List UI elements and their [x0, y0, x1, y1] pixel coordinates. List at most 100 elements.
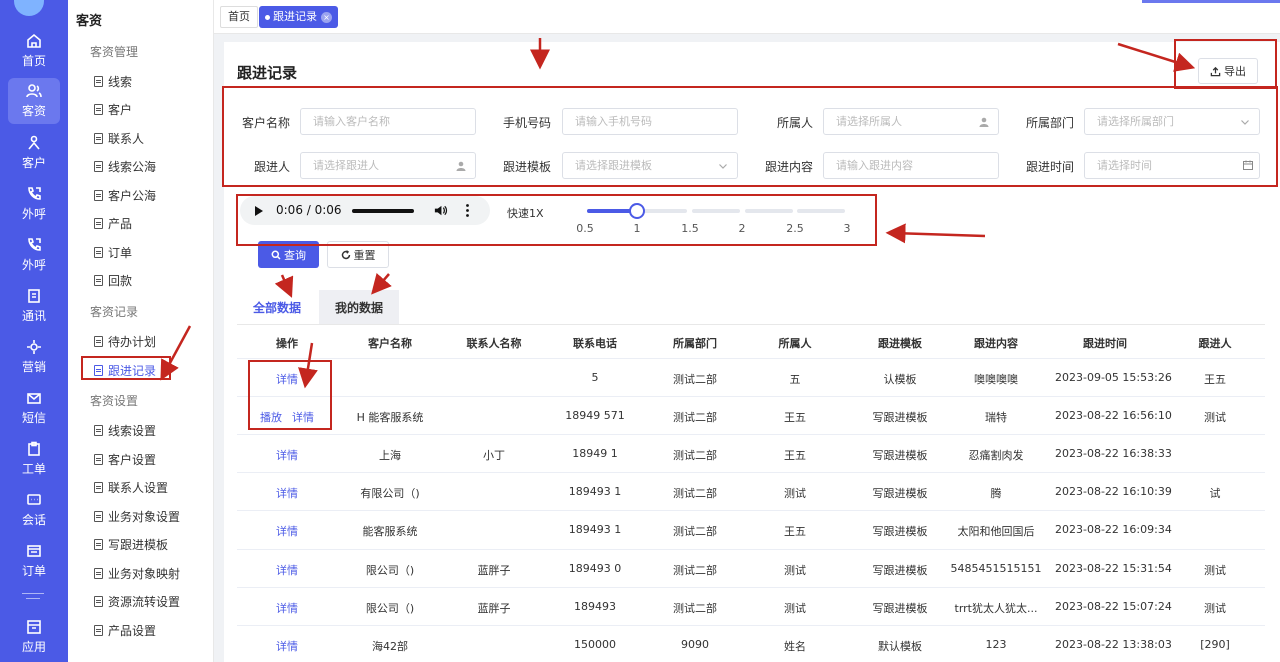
rail-label: 外呼	[21, 258, 46, 272]
row-actions: 详情	[252, 600, 322, 616]
mail-icon	[27, 393, 41, 404]
close-icon[interactable]: ×	[321, 11, 332, 23]
document-icon	[94, 190, 103, 201]
submenu-item-todo[interactable]: 待办计划	[94, 333, 156, 350]
table-cell-follower: 试	[1209, 487, 1221, 500]
column-header: 联系电话	[573, 337, 617, 350]
submenu-item-object-mapping[interactable]: 业务对象映射	[94, 565, 180, 582]
row-divider	[237, 549, 1265, 550]
table-cell-owner: 测试	[784, 487, 806, 500]
detail-link[interactable]: 详情	[276, 640, 298, 653]
table-cell-time: 2023-08-22 16:10:39	[1055, 485, 1172, 498]
submenu-item-leads[interactable]: 线索	[94, 73, 132, 90]
detail-link[interactable]: 详情	[276, 564, 298, 577]
phone-call-icon	[28, 238, 41, 251]
column-header: 跟进人	[1198, 337, 1232, 350]
table-cell-content: 太阳和他回国后	[957, 525, 1035, 538]
tab-all-data[interactable]: 全部数据	[237, 290, 317, 325]
table-cell-owner: 测试	[784, 564, 806, 577]
submenu-item-payments[interactable]: 回款	[94, 272, 132, 289]
table-cell-customer: H 能客服系统	[356, 411, 424, 424]
rail-label: 客资	[21, 104, 46, 118]
app-rail: 首页 客资 客户 外呼 外呼 通讯 营销 短信 工单 会话 订单 应用	[0, 0, 68, 662]
table-cell-customer: 上海	[379, 449, 401, 462]
table-cell-owner: 王五	[784, 449, 806, 462]
rail-item-home[interactable]: 首页	[8, 28, 60, 74]
table-cell-template: 写跟进模板	[872, 525, 928, 538]
submenu-item-orders[interactable]: 订单	[94, 244, 132, 261]
user-tree-icon	[28, 135, 40, 150]
tab-follow-records[interactable]: 跟进记录 ×	[259, 6, 338, 28]
submenu-item-follow-template[interactable]: 写跟进模板	[94, 536, 168, 553]
rail-label: 通讯	[21, 309, 46, 323]
rail-label: 短信	[21, 411, 46, 425]
tab-home[interactable]: 首页	[220, 6, 258, 28]
chat-icon	[27, 494, 41, 505]
table-cell-template: 默认模板	[878, 640, 922, 653]
table-cell-content: 123	[985, 638, 1007, 651]
table-cell-follower: [290]	[1200, 638, 1230, 651]
submenu-item-lead-settings[interactable]: 线索设置	[94, 422, 156, 439]
column-header: 客户名称	[368, 337, 412, 350]
table-cell-content: 噢噢噢噢	[974, 373, 1018, 386]
tab-my-data[interactable]: 我的数据	[319, 290, 399, 325]
detail-link[interactable]: 详情	[276, 487, 298, 500]
detail-link[interactable]: 详情	[276, 525, 298, 538]
row-divider	[237, 434, 1265, 435]
submenu-item-contacts[interactable]: 联系人	[94, 130, 144, 147]
rail-label: 首页	[21, 54, 46, 68]
submenu-item-customer-pool[interactable]: 客户公海	[94, 187, 156, 204]
rail-divider	[26, 598, 40, 599]
table-cell-template: 写跟进模板	[872, 487, 928, 500]
rail-label: 工单	[21, 462, 46, 476]
rail-item-sms[interactable]: 短信	[8, 385, 60, 431]
table-cell-follower: 王五	[1204, 373, 1226, 386]
phone-call-icon	[28, 187, 41, 200]
app-logo	[14, 0, 44, 16]
table-cell-time: 2023-09-05 15:53:26	[1055, 371, 1172, 384]
rail-item-contacts[interactable]: 通讯	[8, 283, 60, 329]
table-cell-phone: 189493 1	[568, 485, 622, 498]
tabs-divider	[237, 324, 1265, 325]
rail-item-tickets[interactable]: 工单	[8, 436, 60, 482]
rail-item-customers[interactable]: 客户	[8, 130, 60, 176]
document-icon	[94, 482, 103, 493]
annotation-box	[236, 194, 877, 246]
submenu-item-customer-settings[interactable]: 客户设置	[94, 451, 156, 468]
rail-item-leads[interactable]: 客资	[8, 78, 60, 124]
table-cell-phone: 5	[591, 371, 599, 384]
submenu-item-object-settings[interactable]: 业务对象设置	[94, 508, 180, 525]
table-cell-dept: 测试二部	[673, 525, 717, 538]
rail-label: 客户	[21, 156, 46, 170]
detail-link[interactable]: 详情	[276, 602, 298, 615]
column-header: 联系人名称	[466, 337, 522, 350]
table-cell-phone: 150000	[574, 638, 616, 651]
tab-label: 跟进记录	[273, 10, 317, 23]
row-actions: 详情	[252, 638, 322, 654]
table-cell-template: 写跟进模板	[872, 564, 928, 577]
column-header: 跟进时间	[1083, 337, 1127, 350]
submenu-item-customers[interactable]: 客户	[94, 101, 132, 118]
submenu-item-product-settings[interactable]: 产品设置	[94, 622, 156, 639]
submenu-item-products[interactable]: 产品	[94, 215, 132, 232]
detail-link[interactable]: 详情	[276, 449, 298, 462]
document-icon	[94, 454, 103, 465]
rail-item-orders[interactable]: 订单	[8, 538, 60, 584]
rail-item-marketing[interactable]: 营销	[8, 334, 60, 380]
row-divider	[237, 358, 1265, 359]
submenu-item-lead-pool[interactable]: 线索公海	[94, 158, 156, 175]
rail-item-sessions[interactable]: 会话	[8, 487, 60, 533]
table-cell-time: 2023-08-22 16:56:10	[1055, 409, 1172, 422]
table-cell-customer: 有限公司（)	[360, 487, 420, 500]
rail-label: 会话	[21, 513, 46, 527]
submenu-item-resource-flow[interactable]: 资源流转设置	[94, 593, 180, 610]
table-cell-phone: 189493 1	[568, 523, 622, 536]
rail-item-apps[interactable]: 应用	[8, 614, 60, 660]
row-actions: 详情	[252, 447, 322, 463]
rail-item-outbound[interactable]: 外呼	[8, 181, 60, 227]
submenu-item-contact-settings[interactable]: 联系人设置	[94, 479, 168, 496]
home-icon	[27, 33, 41, 48]
row-actions: 详情	[252, 485, 322, 501]
rail-item-outbound-2[interactable]: 外呼	[8, 232, 60, 278]
column-header: 跟进内容	[974, 337, 1018, 350]
